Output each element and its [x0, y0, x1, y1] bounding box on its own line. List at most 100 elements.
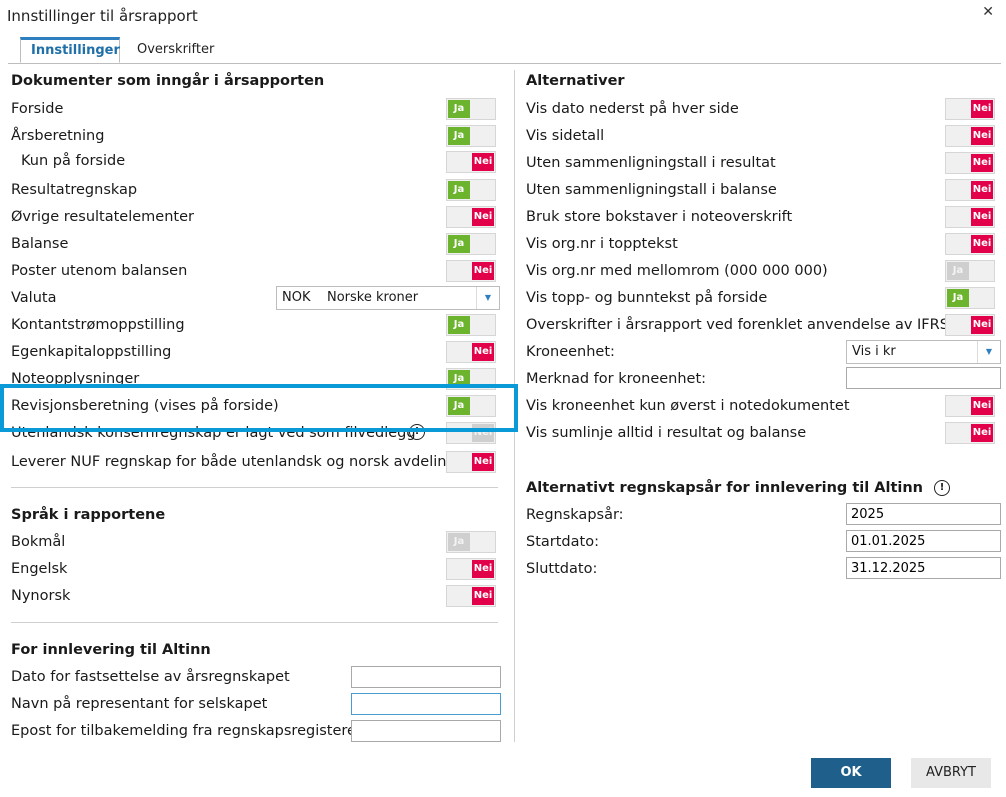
- altyear-heading: Alternativt regnskapsår for innlevering …: [526, 480, 951, 496]
- lang-row-bokmal: Bokmål Ja: [11, 529, 501, 556]
- toggle-knob: Nei: [971, 316, 993, 334]
- epost-input[interactable]: [351, 720, 501, 742]
- alt-label: Vis topp- og bunntekst på forside: [526, 290, 768, 306]
- toggle-forside[interactable]: Ja: [446, 98, 496, 120]
- alt-label: Bruk store bokstaver i noteoverskrift: [526, 209, 793, 225]
- toggle-ovrige[interactable]: Nei: [446, 206, 496, 228]
- merknad-input[interactable]: [846, 367, 1001, 389]
- altyear-heading-text: Alternativt regnskapsår for innlevering …: [526, 480, 923, 496]
- doc-row-revisjonsberetning: Revisjonsberetning (vises på forside) Ja: [11, 393, 501, 420]
- toggle-store-bokstaver[interactable]: Nei: [945, 206, 995, 228]
- toggle-ifrs[interactable]: Nei: [945, 314, 995, 336]
- doc-row-utenlandsk: Utenlandsk konsernregnskap er lagt ved s…: [11, 420, 501, 447]
- info-icon[interactable]: !: [409, 424, 425, 440]
- doc-row-resultatregnskap: Resultatregnskap Ja: [11, 177, 501, 204]
- doc-row-forside: Forside Ja: [11, 96, 501, 123]
- alt-row-sidetall: Vis sidetall Nei: [526, 123, 996, 150]
- doc-row-ovrige: Øvrige resultatelementer Nei: [11, 204, 501, 231]
- doc-label: Balanse: [11, 236, 69, 252]
- doc-label: Resultatregnskap: [11, 182, 138, 198]
- ok-button[interactable]: OK: [811, 758, 891, 788]
- toggle-orgnr-mellomrom[interactable]: Ja: [945, 260, 995, 282]
- alt-label: Uten sammenligningstall i resultat: [526, 155, 776, 171]
- toggle-arsberetning[interactable]: Ja: [446, 125, 496, 147]
- toggle-knob: Nei: [472, 343, 494, 361]
- toggle-knob: Ja: [448, 316, 470, 334]
- alt-label: Merknad for kroneenhet:: [526, 371, 707, 387]
- toggle-knob: Nei: [472, 587, 494, 605]
- alt-row-kroneenhet: Kroneenhet: Vis i kr ▼: [526, 339, 1001, 366]
- toggle-revisjonsberetning[interactable]: Ja: [446, 395, 496, 417]
- toggle-knob: Nei: [472, 153, 494, 171]
- kroneenhet-select[interactable]: Vis i kr ▼: [846, 340, 1001, 364]
- toggle-balanse[interactable]: Ja: [446, 233, 496, 255]
- toggle-utenlandsk[interactable]: Nei: [446, 422, 496, 444]
- representant-input[interactable]: [351, 693, 501, 715]
- toggle-vis-dato[interactable]: Nei: [945, 98, 995, 120]
- toggle-nuf[interactable]: Nei: [446, 451, 496, 473]
- toggle-sumlinje[interactable]: Nei: [945, 422, 995, 444]
- doc-label: Forside: [11, 101, 64, 117]
- alt-label: Vis sidetall: [526, 128, 605, 144]
- toggle-kun-pa-forside[interactable]: Nei: [446, 151, 496, 173]
- doc-label: Revisjonsberetning (vises på forside): [11, 398, 279, 414]
- tab-bar: Innstillinger Overskrifter: [8, 37, 1001, 64]
- dato-fastsettelse-input[interactable]: [351, 666, 501, 688]
- alt-row-orgnr: Vis org.nr i topptekst Nei: [526, 231, 996, 258]
- toggle-knob: Nei: [971, 154, 993, 172]
- toggle-orgnr[interactable]: Nei: [945, 233, 995, 255]
- toggle-sammenligning-resultat[interactable]: Nei: [945, 152, 995, 174]
- toggle-kroneenhet-overst[interactable]: Nei: [945, 395, 995, 417]
- languages-heading: Språk i rapportene: [11, 507, 166, 523]
- startdato-input[interactable]: [846, 530, 1001, 552]
- toggle-vis-sidetall[interactable]: Nei: [945, 125, 995, 147]
- tab-overskrifter[interactable]: Overskrifter: [127, 37, 224, 63]
- toggle-resultatregnskap[interactable]: Ja: [446, 179, 496, 201]
- alt-label: Vis kroneenhet kun øverst i notedokument…: [526, 398, 850, 414]
- doc-label: Noteopplysninger: [11, 371, 140, 387]
- doc-label: Utenlandsk konsernregnskap er lagt ved s…: [11, 425, 416, 441]
- toggle-topp-bunntekst[interactable]: Ja: [945, 287, 995, 309]
- toggle-egenkapital[interactable]: Nei: [446, 341, 496, 363]
- toggle-knob: Ja: [947, 289, 969, 307]
- toggle-knob: Ja: [448, 181, 470, 199]
- chevron-down-icon[interactable]: ▼: [476, 287, 499, 309]
- toggle-engelsk[interactable]: Nei: [446, 558, 496, 580]
- toggle-knob: Nei: [971, 424, 993, 442]
- toggle-bokmal[interactable]: Ja: [446, 531, 496, 553]
- toggle-poster-utenom[interactable]: Nei: [446, 260, 496, 282]
- alt-label: Vis sumlinje alltid i resultat og balans…: [526, 425, 807, 441]
- field-label: Regnskapsår:: [526, 507, 624, 523]
- sluttdato-input[interactable]: [846, 557, 1001, 579]
- toggle-nynorsk[interactable]: Nei: [446, 585, 496, 607]
- lang-label: Nynorsk: [11, 588, 71, 604]
- cancel-button[interactable]: AVBRYT: [911, 758, 991, 788]
- toggle-knob: Ja: [448, 235, 470, 253]
- alt-label: Overskrifter i årsrapport ved forenklet …: [526, 317, 949, 333]
- field-label: Navn på representant for selskapet: [11, 696, 268, 712]
- alt-row-sammenligning-balanse: Uten sammenligningstall i balanse Nei: [526, 177, 996, 204]
- info-icon[interactable]: !: [934, 480, 951, 496]
- doc-label: Kun på forside: [21, 153, 126, 169]
- toggle-kontantstrom[interactable]: Ja: [446, 314, 496, 336]
- field-label: Sluttdato:: [526, 561, 598, 577]
- regnskapsar-input[interactable]: [846, 503, 1001, 525]
- altinn-row-navn: Navn på representant for selskapet: [11, 691, 501, 718]
- kroneenhet-value: Vis i kr: [852, 344, 896, 359]
- altinn-heading: For innlevering til Altinn: [11, 642, 211, 658]
- altyear-row-regnskapsar: Regnskapsår:: [526, 502, 1001, 529]
- documents-heading: Dokumenter som inngår i årsapporten: [11, 73, 325, 89]
- doc-label: Poster utenom balansen: [11, 263, 188, 279]
- toggle-sammenligning-balanse[interactable]: Nei: [945, 179, 995, 201]
- doc-label: Øvrige resultatelementer: [11, 209, 194, 225]
- tab-innstillinger[interactable]: Innstillinger: [20, 37, 120, 63]
- chevron-down-icon[interactable]: ▼: [977, 341, 1000, 363]
- doc-label: Kontantstrømoppstilling: [11, 317, 185, 333]
- toggle-noteopplysninger[interactable]: Ja: [446, 368, 496, 390]
- alt-label: Vis dato nederst på hver side: [526, 101, 739, 117]
- valuta-select[interactable]: NOK Norske kroner ▼: [276, 286, 500, 310]
- close-icon[interactable]: ✕: [982, 4, 994, 20]
- field-label: Dato for fastsettelse av årsregnskapet: [11, 669, 290, 685]
- doc-row-egenkapital: Egenkapitaloppstilling Nei: [11, 339, 501, 366]
- field-label: Startdato:: [526, 534, 599, 550]
